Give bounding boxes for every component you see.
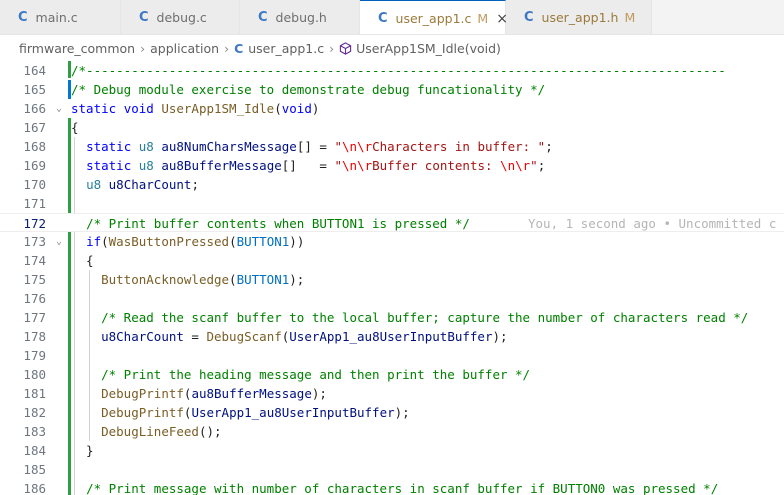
editor-tab-bar: C main.c C debug.c C debug.h C user_app1… bbox=[0, 0, 784, 35]
line-number: 170 bbox=[23, 177, 46, 192]
line-number: 184 bbox=[23, 443, 46, 458]
code-text: DebugPrintf(UserApp1_au8UserInputBuffer)… bbox=[101, 405, 410, 420]
git-blame-annotation: You, 1 second ago • Uncommitted c bbox=[528, 216, 777, 231]
code-line[interactable]: 182 DebugPrintf(UserApp1_au8UserInputBuf… bbox=[0, 403, 784, 422]
code-line[interactable]: 183 DebugLineFeed(); bbox=[0, 422, 784, 441]
code-line[interactable]: 172 /* Print buffer contents when BUTTON… bbox=[0, 213, 784, 232]
line-number: 177 bbox=[23, 310, 46, 325]
line-number: 183 bbox=[23, 424, 46, 439]
breadcrumb-folder-firmware-common[interactable]: firmware_common bbox=[19, 41, 135, 56]
code-editor[interactable]: 164 /*-----------------------------------… bbox=[0, 61, 784, 495]
breadcrumb-file[interactable]: user_app1.c bbox=[248, 41, 324, 56]
code-text: } bbox=[71, 443, 94, 458]
code-line[interactable]: 174 { bbox=[0, 251, 784, 270]
line-number: 173 bbox=[23, 234, 46, 249]
line-number: 176 bbox=[23, 291, 46, 306]
line-number: 171 bbox=[23, 196, 46, 211]
code-line[interactable]: 171 bbox=[0, 194, 784, 213]
symbol-method-icon bbox=[339, 42, 352, 55]
code-line[interactable]: 178 u8CharCount = DebugScanf(UserApp1_au… bbox=[0, 327, 784, 346]
fold-chevron-icon[interactable]: ⌄ bbox=[53, 99, 65, 118]
code-text: /* Print buffer contents when BUTTON1 is… bbox=[86, 216, 470, 231]
line-number: 167 bbox=[23, 120, 46, 135]
code-line[interactable]: 180 /* Print the heading message and the… bbox=[0, 365, 784, 384]
code-line[interactable]: 177 /* Read the scanf buffer to the loca… bbox=[0, 308, 784, 327]
tab-label: debug.h bbox=[275, 10, 327, 25]
line-number: 169 bbox=[23, 158, 46, 173]
modified-badge: M bbox=[624, 10, 636, 25]
code-text: static u8 au8NumCharsMessage[] = "\n\rCh… bbox=[86, 139, 553, 154]
code-text: DebugPrintf(au8BufferMessage); bbox=[101, 386, 327, 401]
chevron-right-icon: › bbox=[329, 41, 335, 56]
tab-debug-h[interactable]: C debug.h bbox=[240, 0, 360, 34]
code-line[interactable]: 175 ButtonAcknowledge(BUTTON1); bbox=[0, 270, 784, 289]
code-text: if(WasButtonPressed(BUTTON1)) bbox=[86, 234, 305, 249]
chevron-right-icon: › bbox=[224, 41, 230, 56]
code-text: /* Read the scanf buffer to the local bu… bbox=[101, 310, 749, 325]
code-text: DebugLineFeed(); bbox=[101, 424, 222, 439]
breadcrumb-folder-application[interactable]: application bbox=[150, 41, 219, 56]
fold-chevron-icon[interactable]: ⌄ bbox=[53, 232, 65, 251]
line-number: 179 bbox=[23, 348, 46, 363]
c-language-icon: C bbox=[139, 10, 149, 25]
line-number: 168 bbox=[23, 139, 46, 154]
line-number: 165 bbox=[23, 82, 46, 97]
tab-main-c[interactable]: C main.c bbox=[0, 0, 121, 34]
code-line[interactable]: 166 ⌄ static void UserApp1SM_Idle(void) bbox=[0, 99, 784, 118]
code-line[interactable]: 170 u8 u8CharCount; bbox=[0, 175, 784, 194]
code-text: ButtonAcknowledge(BUTTON1); bbox=[101, 272, 305, 287]
code-line[interactable]: 167 { bbox=[0, 118, 784, 137]
code-text: static void UserApp1SM_Idle(void) bbox=[71, 101, 320, 116]
breadcrumb-symbol[interactable]: UserApp1SM_Idle(void) bbox=[356, 41, 501, 56]
tab-label: debug.c bbox=[156, 10, 207, 25]
code-line[interactable]: 184 } bbox=[0, 441, 784, 460]
c-language-icon: C bbox=[18, 10, 28, 25]
line-number: 175 bbox=[23, 272, 46, 287]
line-number: 180 bbox=[23, 367, 46, 382]
tab-label: user_app1.h bbox=[541, 10, 619, 25]
line-number: 164 bbox=[23, 63, 46, 78]
line-number: 172 bbox=[23, 216, 46, 231]
line-number: 181 bbox=[23, 386, 46, 401]
code-line[interactable]: 176 bbox=[0, 289, 784, 308]
c-language-icon: C bbox=[234, 41, 244, 56]
code-text: /*--------------------------------------… bbox=[71, 63, 726, 78]
code-line[interactable]: 169 static u8 au8BufferMessage[] = "\n\r… bbox=[0, 156, 784, 175]
breadcrumb: firmware_common › application › C user_a… bbox=[0, 36, 784, 61]
code-text: u8 u8CharCount; bbox=[86, 177, 199, 192]
code-line[interactable]: 179 bbox=[0, 346, 784, 365]
line-number: 185 bbox=[23, 462, 46, 477]
code-line[interactable]: 186 /* Print message with number of char… bbox=[0, 479, 784, 495]
code-text: { bbox=[71, 253, 94, 268]
tab-debug-c[interactable]: C debug.c bbox=[121, 0, 240, 34]
tab-label: user_app1.c bbox=[395, 11, 472, 26]
tab-label: main.c bbox=[35, 10, 78, 25]
tab-user-app1-h[interactable]: C user_app1.h M bbox=[506, 0, 652, 34]
c-language-icon: C bbox=[524, 10, 534, 25]
line-number: 178 bbox=[23, 329, 46, 344]
code-line[interactable]: 173 ⌄ if(WasButtonPressed(BUTTON1)) bbox=[0, 232, 784, 251]
code-line[interactable]: 185 bbox=[0, 460, 784, 479]
code-text: /* Debug module exercise to demonstrate … bbox=[71, 82, 546, 97]
line-number: 186 bbox=[23, 481, 46, 495]
line-number: 166 bbox=[23, 101, 46, 116]
c-language-icon: C bbox=[378, 11, 388, 26]
code-text: static u8 au8BufferMessage[] = "\n\rBuff… bbox=[86, 158, 546, 173]
code-line[interactable]: 164 /*-----------------------------------… bbox=[0, 61, 784, 80]
line-number: 182 bbox=[23, 405, 46, 420]
code-line[interactable]: 168 static u8 au8NumCharsMessage[] = "\n… bbox=[0, 137, 784, 156]
c-language-icon: C bbox=[258, 10, 268, 25]
line-number: 174 bbox=[23, 253, 46, 268]
modified-badge: M bbox=[477, 11, 489, 26]
chevron-right-icon: › bbox=[140, 41, 146, 56]
code-line[interactable]: 181 DebugPrintf(au8BufferMessage); bbox=[0, 384, 784, 403]
code-text: /* Print the heading message and then pr… bbox=[101, 367, 531, 382]
code-text: u8CharCount = DebugScanf(UserApp1_au8Use… bbox=[101, 329, 508, 344]
tab-user-app1-c[interactable]: C user_app1.c M × bbox=[360, 0, 508, 34]
code-text: /* Print message with number of characte… bbox=[86, 481, 719, 495]
code-line[interactable]: 165 /* Debug module exercise to demonstra… bbox=[0, 80, 784, 99]
code-text: { bbox=[71, 120, 79, 135]
